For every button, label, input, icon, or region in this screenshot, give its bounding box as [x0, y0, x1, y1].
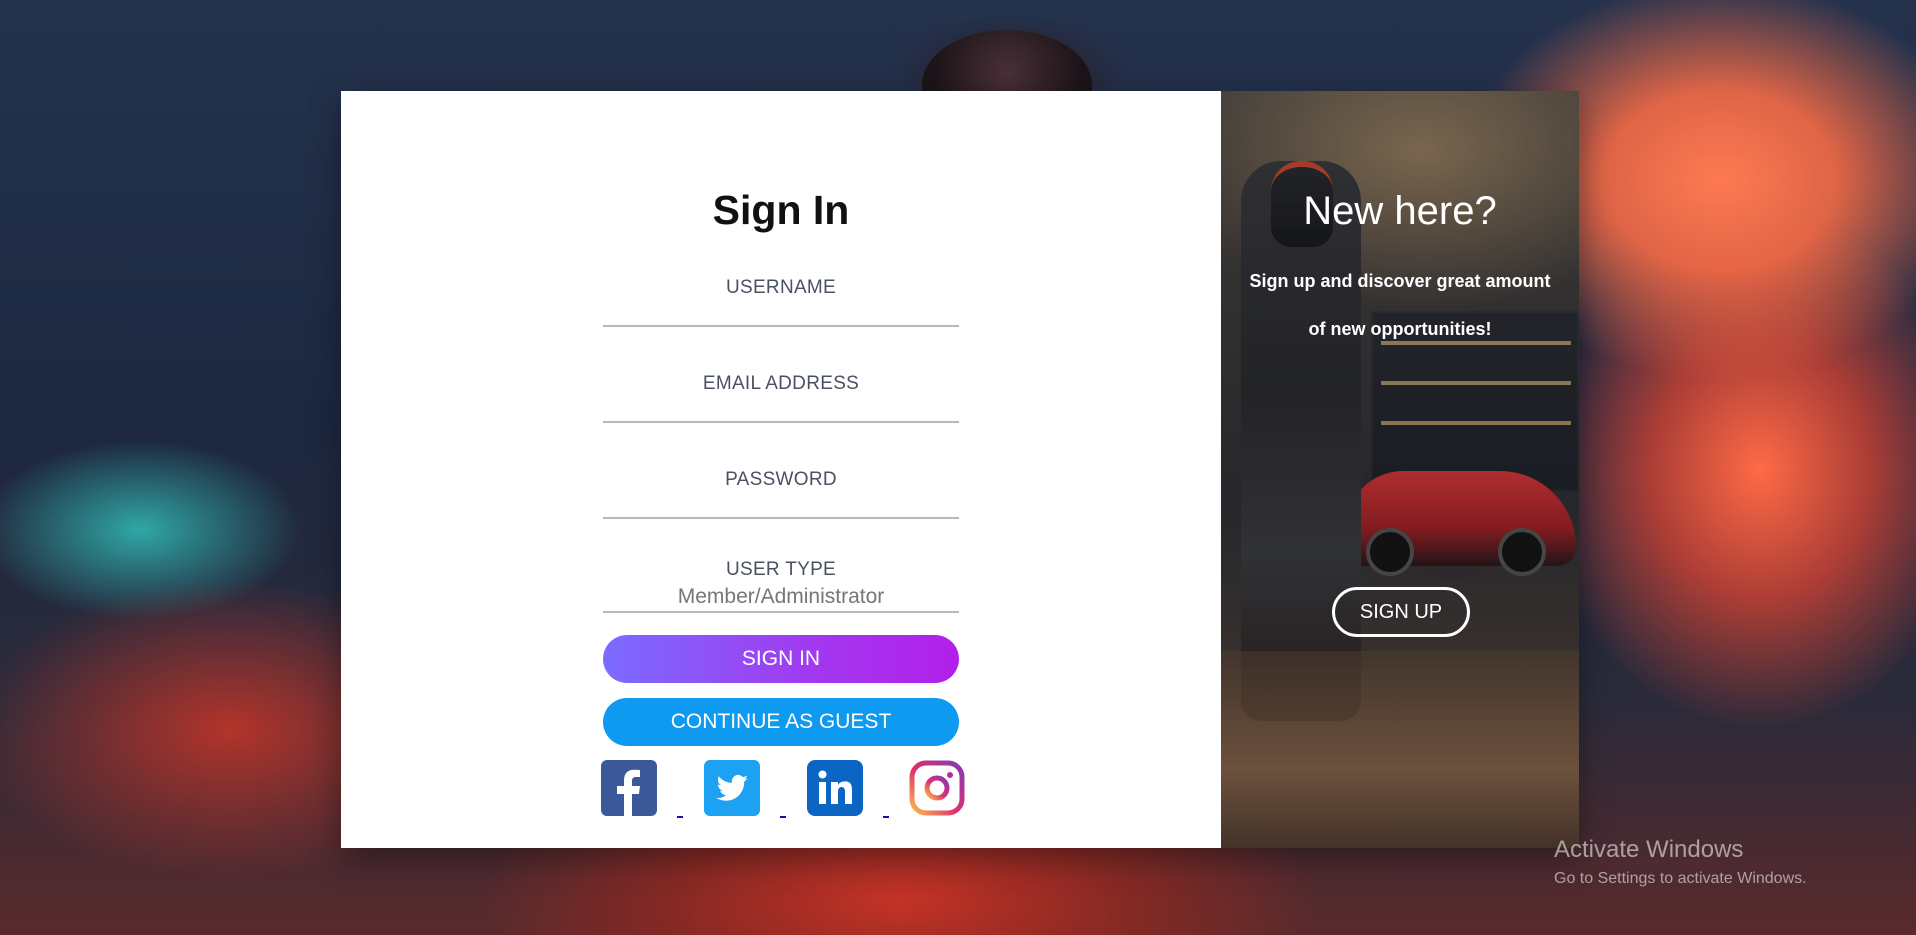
user-type-field[interactable]: USER TYPE Member/Administrator — [603, 559, 959, 613]
password-label: PASSWORD — [725, 469, 837, 490]
facebook-icon[interactable] — [601, 760, 657, 816]
password-field[interactable]: PASSWORD — [603, 469, 959, 519]
watermark-subtitle: Go to Settings to activate Windows. — [1554, 870, 1807, 887]
signup-button[interactable]: SIGN UP — [1332, 587, 1470, 637]
signup-subtitle: Sign up and discover great amount of new… — [1249, 271, 1551, 339]
signup-title: New here? — [1303, 189, 1497, 233]
twitter-icon[interactable] — [704, 760, 760, 816]
link-underline — [883, 816, 889, 818]
continue-as-guest-button[interactable]: CONTINUE AS GUEST — [603, 698, 959, 746]
signin-panel: Sign In USERNAME EMAIL ADDRESS PASSWORD … — [341, 91, 1221, 848]
auth-card: Sign In USERNAME EMAIL ADDRESS PASSWORD … — [341, 91, 1579, 848]
link-underline — [677, 816, 683, 818]
signin-title: Sign In — [712, 187, 850, 233]
instagram-icon[interactable] — [909, 760, 965, 816]
signup-panel: New here? Sign up and discover great amo… — [1221, 91, 1579, 848]
signin-button[interactable]: SIGN IN — [603, 635, 959, 683]
user-type-label: USER TYPE — [725, 559, 837, 580]
email-label: EMAIL ADDRESS — [702, 373, 860, 394]
email-field[interactable]: EMAIL ADDRESS — [603, 373, 959, 423]
username-label: USERNAME — [725, 277, 837, 298]
link-underline — [780, 816, 786, 818]
watermark-title: Activate Windows — [1554, 836, 1744, 863]
windows-activation-watermark: Activate Windows Go to Settings to activ… — [1554, 836, 1807, 888]
username-field[interactable]: USERNAME — [603, 277, 959, 327]
user-type-placeholder: Member/Administrator — [677, 585, 885, 608]
social-links — [601, 760, 965, 820]
linkedin-icon[interactable] — [807, 760, 863, 816]
